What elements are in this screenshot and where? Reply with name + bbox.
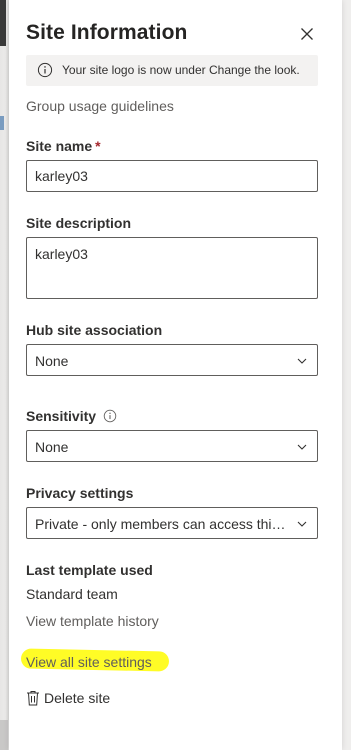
hub-site-association-dropdown[interactable]: None	[26, 344, 318, 376]
privacy-settings-value: Private - only members can access this s…	[35, 516, 287, 532]
close-icon	[301, 28, 313, 40]
view-all-site-settings-link[interactable]: View all site settings	[26, 654, 152, 670]
sensitivity-label: Sensitivity	[26, 408, 117, 424]
info-icon	[37, 62, 53, 78]
sensitivity-value: None	[35, 439, 69, 455]
required-marker: *	[95, 138, 101, 154]
site-description-label: Site description	[26, 215, 132, 231]
site-name-label: Site name *	[26, 138, 101, 154]
hub-site-association-label: Hub site association	[26, 322, 163, 338]
info-message-text: Your site logo is now under Change the l…	[62, 63, 300, 77]
last-template-label: Last template used	[26, 562, 153, 578]
site-name-label-text: Site name	[26, 138, 93, 154]
close-button[interactable]	[297, 24, 317, 44]
site-name-input[interactable]: karley03	[26, 160, 318, 192]
delete-site-label: Delete site	[44, 690, 111, 706]
site-description-value: karley03	[35, 246, 88, 262]
panel-title: Site Information	[26, 21, 188, 44]
sensitivity-dropdown[interactable]: None	[26, 430, 318, 462]
privacy-settings-dropdown[interactable]: Private - only members can access this s…	[26, 507, 318, 539]
last-template-value: Standard team	[26, 586, 118, 602]
trash-icon	[27, 691, 39, 706]
sensitivity-info-icon[interactable]	[103, 409, 117, 423]
view-template-history-link[interactable]: View template history	[26, 613, 159, 629]
privacy-settings-label: Privacy settings	[26, 485, 134, 501]
info-message-bar: Your site logo is now under Change the l…	[26, 55, 318, 86]
site-information-panel: Site Information Your site logo is now u…	[9, 0, 342, 750]
site-name-value: karley03	[35, 168, 88, 184]
backdrop-footer-fragment	[0, 720, 8, 750]
group-usage-guidelines-link[interactable]: Group usage guidelines	[26, 98, 174, 114]
hub-site-association-value: None	[35, 353, 69, 369]
page-backdrop	[0, 0, 9, 750]
chevron-down-icon	[297, 358, 307, 364]
backdrop-header-fragment	[0, 0, 6, 46]
backdrop-link-fragment	[0, 116, 4, 130]
panel-right-gutter	[342, 0, 351, 750]
sensitivity-label-text: Sensitivity	[26, 408, 97, 424]
chevron-down-icon	[297, 444, 307, 450]
site-description-textarea[interactable]: karley03	[26, 237, 318, 299]
chevron-down-icon	[297, 521, 307, 527]
